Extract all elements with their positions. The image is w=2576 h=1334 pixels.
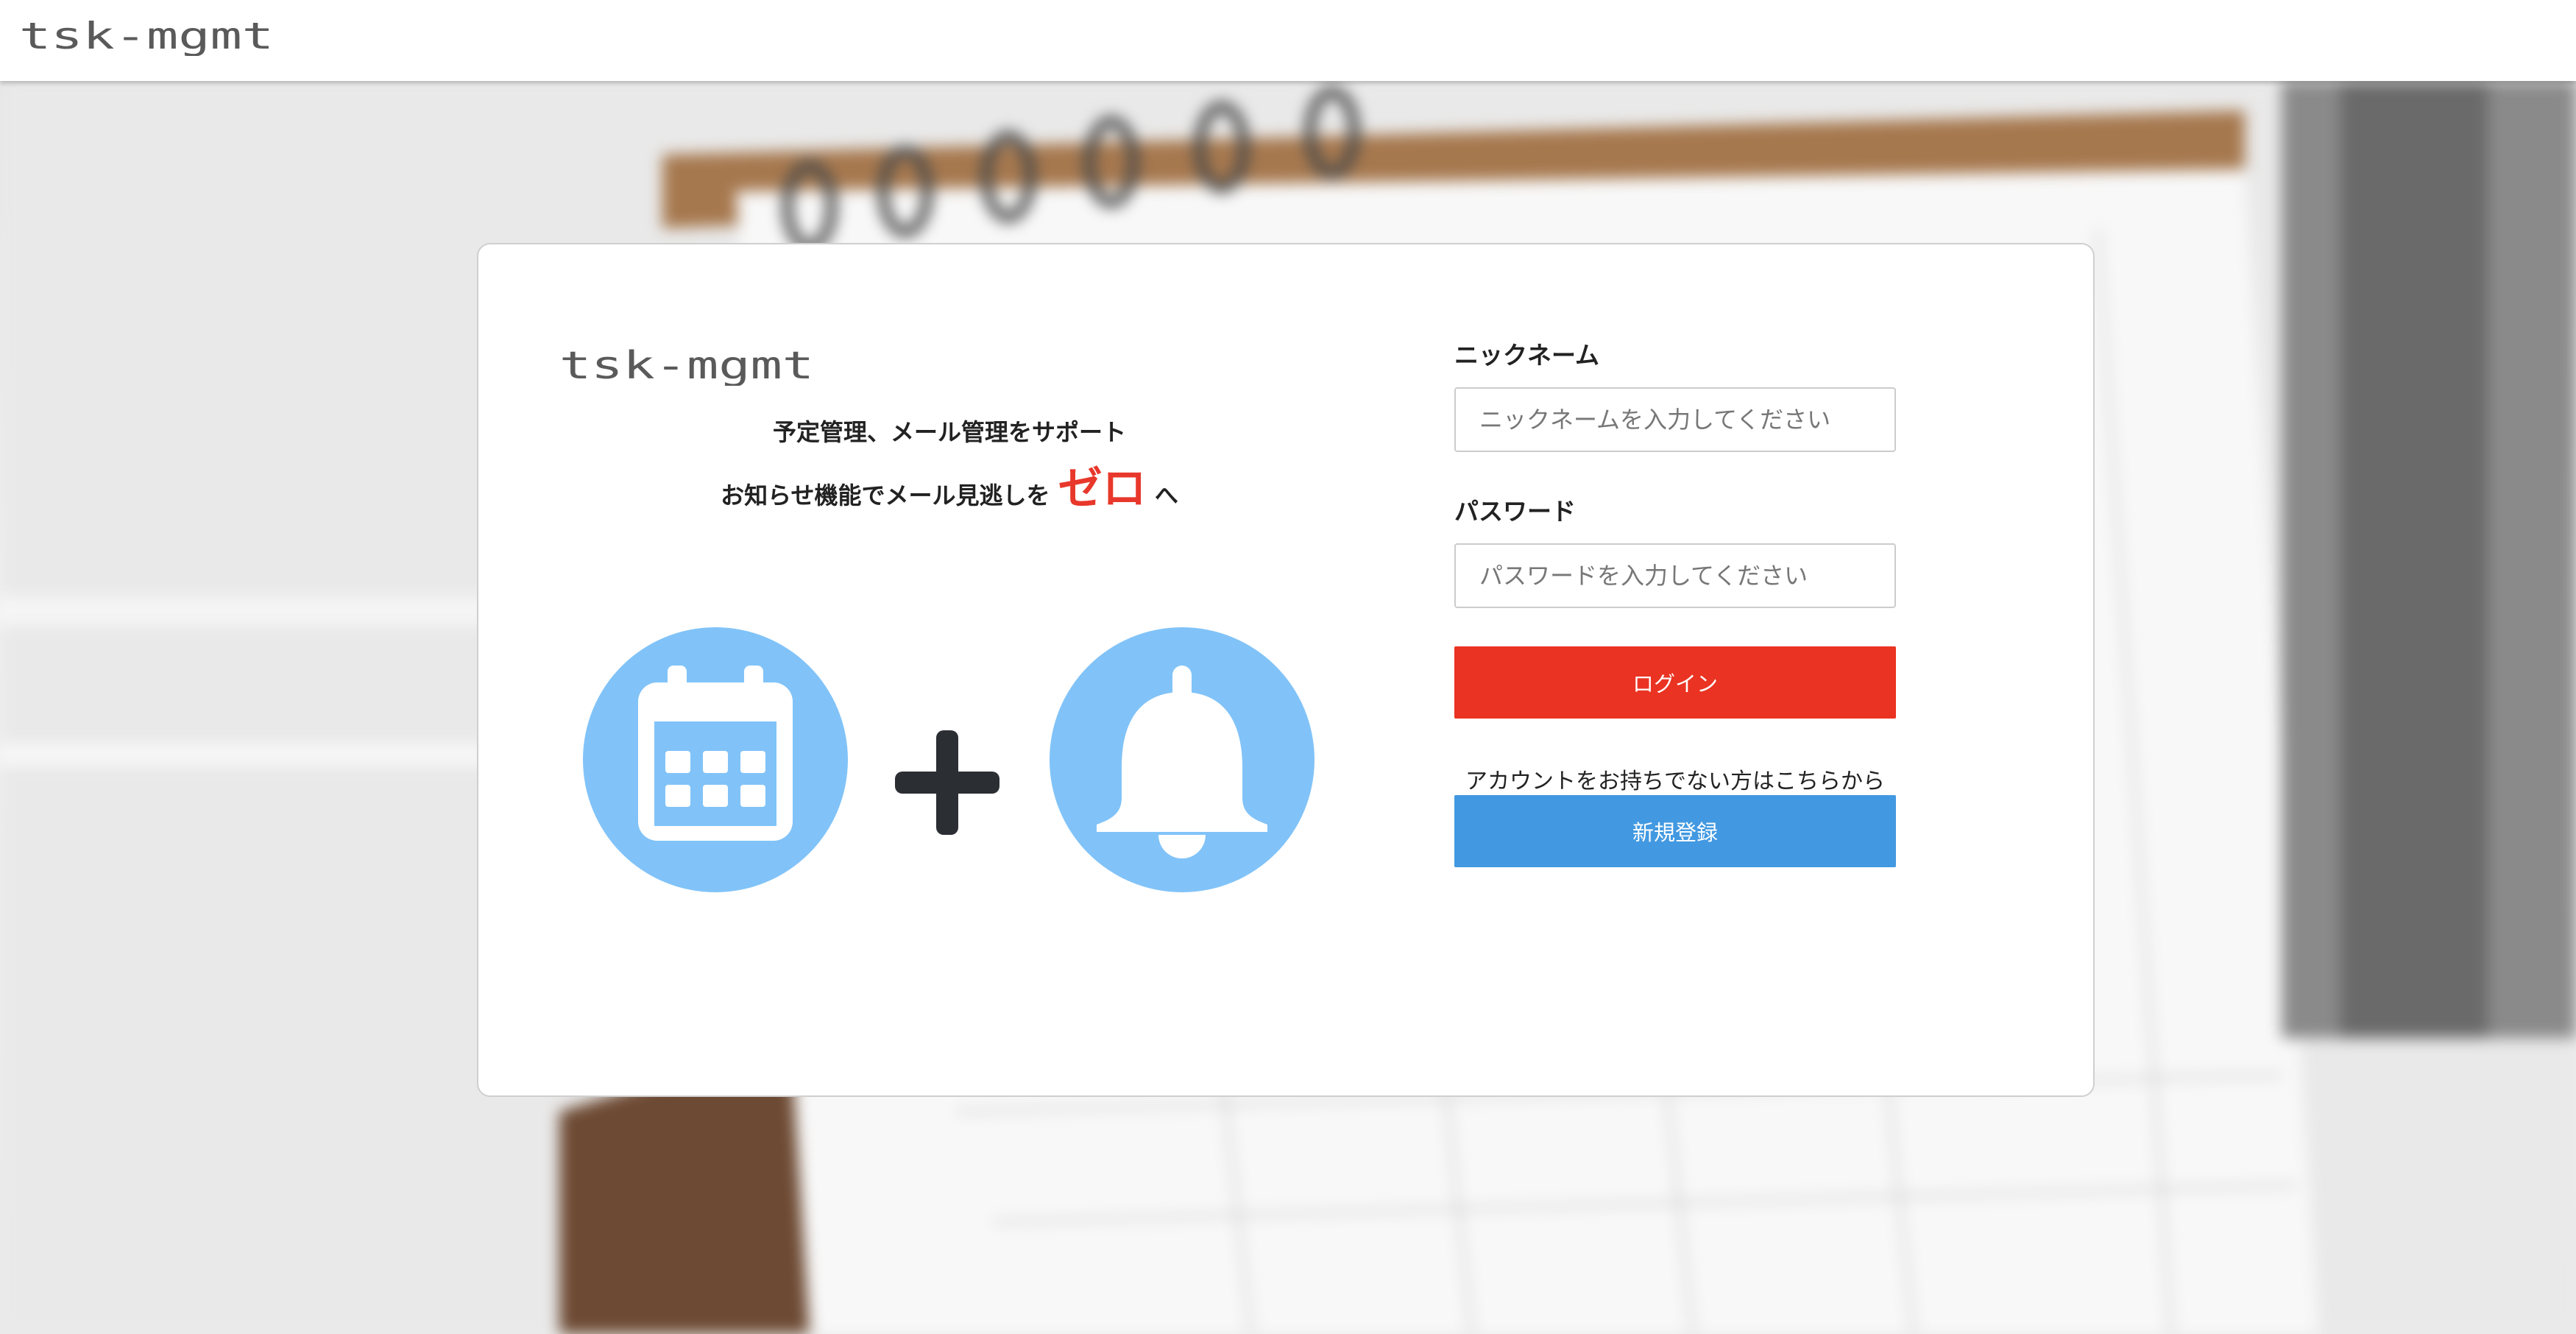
nickname-input[interactable]	[1454, 387, 1896, 452]
tagline-suffix: へ	[1154, 481, 1178, 509]
login-button[interactable]: ログイン	[1454, 646, 1896, 719]
tagline-line-2: お知らせ機能でメール見逃しを ゼロ へ	[545, 459, 1354, 518]
login-card: tsk-mgmt 予定管理、メール管理をサポート お知らせ機能でメール見逃しを …	[477, 243, 2095, 1097]
top-header: tsk-mgmt	[0, 0, 2576, 81]
calendar-icon	[583, 627, 848, 892]
nickname-label: ニックネーム	[1454, 341, 1600, 370]
header-logo-text: tsk-mgmt	[19, 18, 274, 56]
bell-icon	[1050, 627, 1314, 892]
tagline-line-1: 予定管理、メール管理をサポート	[772, 418, 1126, 446]
tagline-prefix: お知らせ機能でメール見逃しを	[721, 481, 1050, 509]
header-logo[interactable]: tsk-mgmt	[19, 18, 274, 56]
password-label: パスワード	[1454, 497, 1576, 526]
plus-icon	[895, 730, 999, 835]
card-logo-text: tsk-mgmt	[559, 346, 814, 386]
tagline-highlight-zero: ゼロ	[1058, 463, 1147, 515]
card-logo: tsk-mgmt	[559, 346, 814, 386]
register-button[interactable]: 新規登録	[1454, 795, 1896, 867]
password-input[interactable]	[1454, 543, 1896, 608]
register-note: アカウントをお持ちでない方はこちらから	[1465, 769, 1885, 794]
